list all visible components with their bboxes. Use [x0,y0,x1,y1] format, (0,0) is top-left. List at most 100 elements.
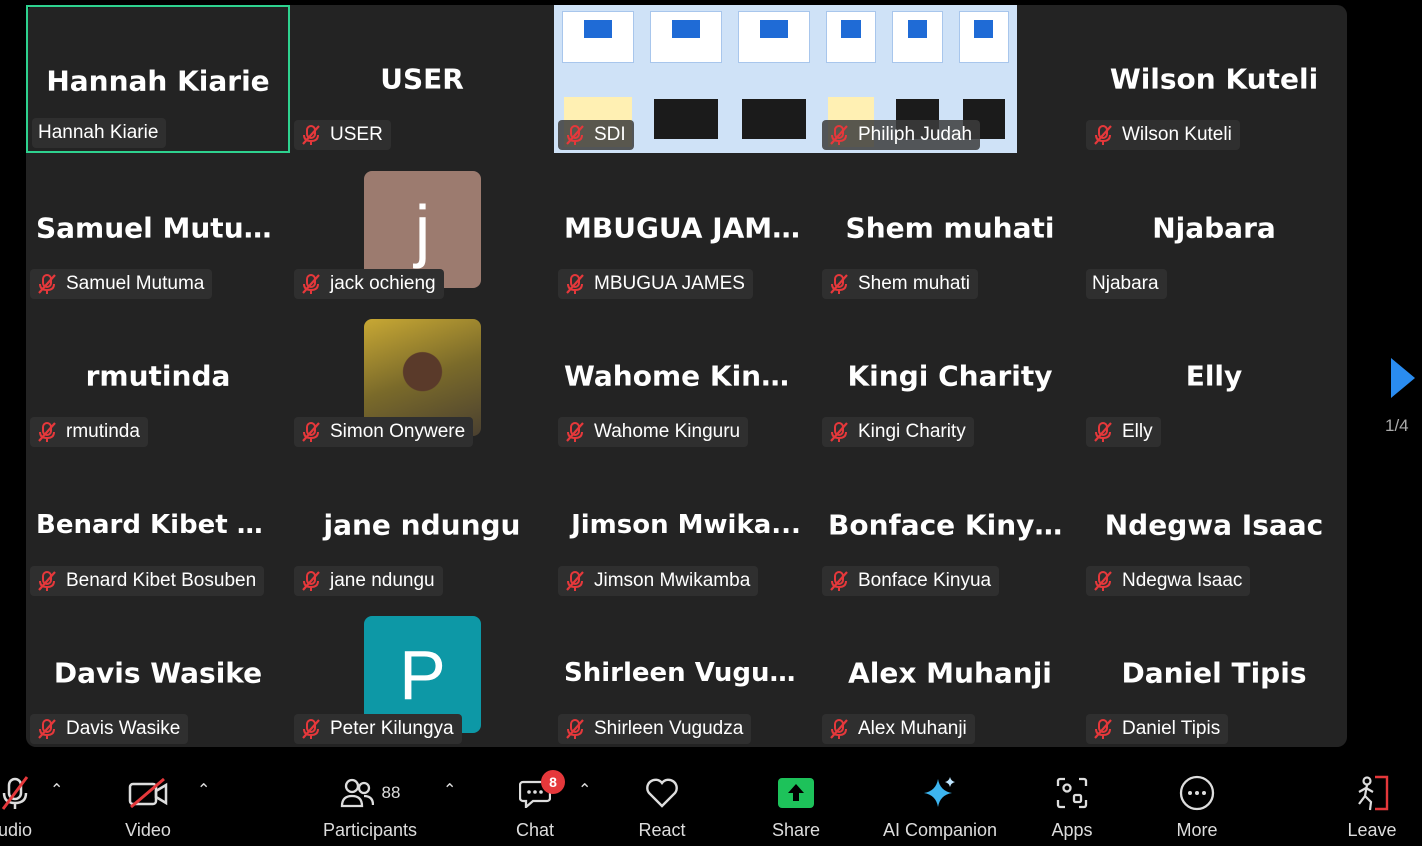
participant-name-label: Bonface Kinyua [822,566,1000,596]
more-label: More [1176,820,1218,840]
participant-tile[interactable]: Wilson Kuteli Wilson Kuteli [1082,5,1346,153]
participant-display-name: Samuel Mutuma [36,211,290,245]
more-button[interactable]: More [1171,756,1223,846]
participant-name: Kingi Charity [858,421,966,442]
participant-name: Ndegwa Isaac [1122,570,1243,591]
participant-tile[interactable]: Elly Elly [1082,302,1346,450]
participant-name-label: rmutinda [30,417,148,447]
participant-name: USER [330,124,383,145]
participant-name-label: Davis Wasike [30,714,189,744]
participant-name-label: Simon Onywere [294,417,474,447]
leave-button[interactable]: Leave [1346,756,1398,846]
participant-name: Philiph Judah [858,124,973,145]
video-off-icon [128,774,168,812]
participant-display-name: Wilson Kuteli [1109,62,1319,96]
mic-muted-icon [36,421,58,443]
participant-name: Elly [1122,421,1153,442]
participant-display-name: Daniel Tipis [1121,656,1307,690]
participant-tile[interactable]: Alex Muhanji Alex Muhanji [818,599,1082,747]
participant-name-label: Hannah Kiarie [32,118,167,148]
participant-display-name: Benard Kibet B... [36,510,287,540]
participant-tile[interactable]: Kingi Charity Kingi Charity [818,302,1082,450]
page-navigation[interactable]: 1/4 [1385,358,1419,438]
participant-tile[interactable]: Shirleen Vugudza Shirleen Vugudza [554,599,818,747]
participant-name: Shirleen Vugudza [594,718,744,739]
apps-label: Apps [1051,820,1093,840]
apps-icon [1055,774,1089,812]
participant-tile[interactable]: Benard Kibet B... Benard Kibet Bosuben [26,451,290,599]
leave-icon [1353,774,1391,812]
participant-tile[interactable]: j jack ochieng [290,154,554,302]
participants-button[interactable]: 88 Participants [320,756,420,846]
video-options-chevron-icon[interactable]: ⌃ [197,780,210,800]
participant-name: Bonface Kinyua [858,570,992,591]
participant-tile[interactable]: Philiph Judah [818,5,1082,153]
next-page-arrow-icon[interactable] [1391,358,1415,398]
mic-muted-icon [1092,421,1114,443]
participant-display-name: Elly [1185,359,1243,393]
ai-companion-button[interactable]: AI Companion [880,756,1000,846]
mic-muted-icon [828,570,850,592]
participant-tile[interactable]: Wahome Kinguru Wahome Kinguru [554,302,818,450]
participant-tile[interactable]: USER USER [290,5,554,153]
participant-tile[interactable]: Daniel Tipis Daniel Tipis [1082,599,1346,747]
participant-display-name: Kingi Charity [847,359,1053,393]
participants-count: 88 [381,783,401,802]
mic-muted-icon [36,718,58,740]
meeting-toolbar: udio ⌃ Video ⌃ 88 Participants ⌃ Chat 8 … [0,756,1422,846]
mic-muted-icon [564,273,586,295]
mic-muted-icon [1092,718,1114,740]
participant-name: Shem muhati [858,273,970,294]
participant-name-label: Philiph Judah [822,120,981,150]
mic-muted-icon [300,421,322,443]
participant-name-label: jane ndungu [294,566,443,596]
participant-name-label: Njabara [1086,269,1167,299]
video-button[interactable]: Video [113,756,183,846]
participant-name: SDI [594,124,626,145]
react-button[interactable]: React [637,756,687,846]
participant-tile[interactable]: Samuel Mutuma Samuel Mutuma [26,154,290,302]
participant-tile[interactable]: Jimson Mwika... Jimson Mwikamba [554,451,818,599]
participant-display-name: Shirleen Vugudza [564,658,818,688]
react-label: React [638,820,686,840]
audio-button[interactable]: udio [0,756,40,846]
participant-tile[interactable]: Bonface Kinyua Bonface Kinyua [818,451,1082,599]
mic-muted-icon [828,718,850,740]
mic-muted-icon [564,570,586,592]
participant-tile[interactable]: Shem muhati Shem muhati [818,154,1082,302]
page-indicator: 1/4 [1385,416,1409,435]
participant-name-label: Samuel Mutuma [30,269,213,299]
participant-tile[interactable]: jane ndungu jane ndungu [290,451,554,599]
participant-name: Davis Wasike [66,718,181,739]
participant-tile[interactable]: rmutinda rmutinda [26,302,290,450]
audio-label: udio [0,820,33,840]
mic-muted-icon [564,718,586,740]
heart-icon [644,774,680,812]
participant-name-label: Alex Muhanji [822,714,975,744]
mic-muted-icon [300,124,322,146]
participant-name: Benard Kibet Bosuben [66,570,257,591]
participants-options-chevron-icon[interactable]: ⌃ [443,780,456,800]
participant-tile[interactable]: SDI [554,5,818,153]
participant-name: Samuel Mutuma [66,273,205,294]
participant-name-label: Jimson Mwikamba [558,566,759,596]
mic-muted-icon [36,273,58,295]
participant-tile[interactable]: Njabara Njabara [1082,154,1346,302]
sparkle-icon [922,774,958,812]
participant-tile[interactable]: Simon Onywere [290,302,554,450]
participant-tile[interactable]: P Peter Kilungya [290,599,554,747]
share-button[interactable]: Share [770,756,822,846]
chat-options-chevron-icon[interactable]: ⌃ [578,780,591,800]
participant-name: Simon Onywere [330,421,466,442]
mic-muted-icon [300,570,322,592]
participant-name-label: Peter Kilungya [294,714,462,744]
participant-tile[interactable]: MBUGUA JAMES MBUGUA JAMES [554,154,818,302]
participant-tile[interactable]: Hannah Kiarie Hannah Kiarie [26,5,290,153]
participant-display-name: rmutinda [85,359,231,393]
participant-tile[interactable]: Ndegwa Isaac Ndegwa Isaac [1082,451,1346,599]
participant-tile[interactable]: Davis Wasike Davis Wasike [26,599,290,747]
audio-options-chevron-icon[interactable]: ⌃ [50,780,63,800]
share-label: Share [771,820,821,840]
participant-name-label: USER [294,120,391,150]
apps-button[interactable]: Apps [1047,756,1097,846]
